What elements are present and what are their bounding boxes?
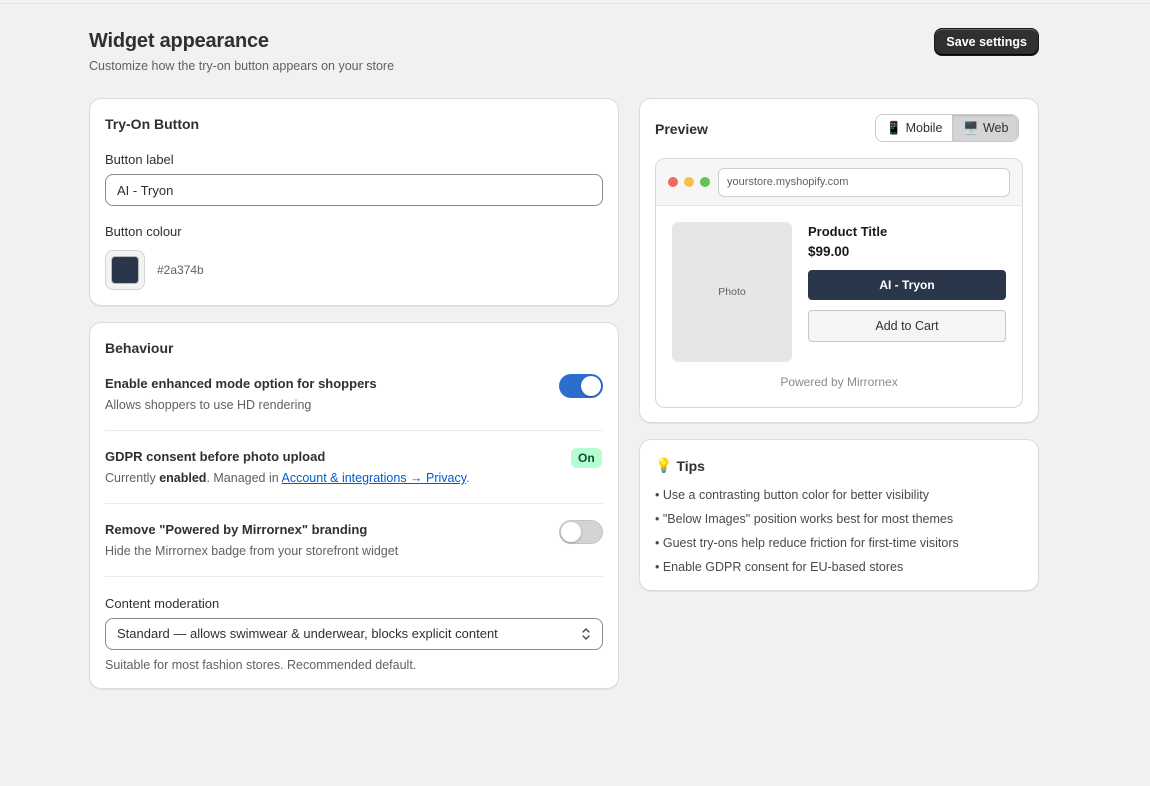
gdpr-consent-desc: Currently enabled. Managed in Account & … xyxy=(105,471,470,485)
button-label-input[interactable] xyxy=(105,174,603,206)
preview-mode-toggle: 📱 Mobile 🖥️ Web xyxy=(875,114,1020,142)
tip-item: • "Below Images" position works best for… xyxy=(655,512,954,526)
branding-title: Remove "Powered by Mirrornex" branding xyxy=(105,522,368,537)
content-moderation-label: Content moderation xyxy=(105,596,220,611)
content-moderation-help: Suitable for most fashion stores. Recomm… xyxy=(105,658,417,672)
divider xyxy=(105,430,603,431)
content-moderation-selected: Standard — allows swimwear & underwear, … xyxy=(117,626,498,641)
colour-swatch-picker[interactable] xyxy=(105,250,145,290)
product-price: $99.00 xyxy=(808,244,850,259)
browser-mockup: yourstore.myshopify.com Photo Product Ti… xyxy=(655,158,1023,408)
mobile-mode-button[interactable]: 📱 Mobile xyxy=(876,115,953,141)
gdpr-consent-title: GDPR consent before photo upload xyxy=(105,449,326,464)
page-subtitle: Customize how the try-on button appears … xyxy=(89,59,395,73)
tryon-card-title: Try-On Button xyxy=(105,116,200,132)
gdpr-desc-state: enabled xyxy=(159,471,207,485)
photo-label: Photo xyxy=(718,286,746,298)
tip-item: • Use a contrasting button color for bet… xyxy=(655,488,929,502)
behaviour-card-title: Behaviour xyxy=(105,340,174,356)
product-photo-placeholder: Photo xyxy=(672,222,792,362)
powered-by-badge: Powered by Mirrornex xyxy=(780,375,898,389)
save-settings-button[interactable]: Save settings xyxy=(934,28,1039,56)
desktop-icon: 🖥️ xyxy=(963,121,979,135)
phone-icon: 📱 xyxy=(886,121,902,135)
colour-hex-value: #2a374b xyxy=(157,263,204,277)
privacy-settings-link[interactable]: Account & integrations → Privacy xyxy=(282,471,467,485)
select-chevron-icon xyxy=(582,628,590,640)
page-title: Widget appearance xyxy=(89,30,269,52)
preview-card: Preview 📱 Mobile 🖥️ Web yourstore.myshop… xyxy=(639,98,1039,423)
tip-item: • Enable GDPR consent for EU-based store… xyxy=(655,560,904,574)
browser-toolbar: yourstore.myshopify.com xyxy=(656,159,1022,206)
window-maximize-dot xyxy=(700,177,710,187)
gdpr-desc-suffix: . xyxy=(466,471,470,485)
remove-branding-toggle[interactable] xyxy=(559,520,603,544)
preview-add-to-cart-button[interactable]: Add to Cart xyxy=(808,310,1006,342)
enhanced-mode-title: Enable enhanced mode option for shoppers xyxy=(105,376,377,391)
web-mode-button[interactable]: 🖥️ Web xyxy=(952,115,1019,141)
colour-swatch-fill xyxy=(111,256,139,284)
tips-card: 💡 Tips • Use a contrasting button color … xyxy=(639,439,1039,591)
web-mode-label: Web xyxy=(982,121,1009,135)
gdpr-desc-mid: . Managed in xyxy=(206,471,282,485)
preview-card-title: Preview xyxy=(655,121,708,137)
tips-title: 💡 Tips xyxy=(655,457,705,474)
button-colour-field-label: Button colour xyxy=(105,224,182,239)
toggle-knob xyxy=(581,376,601,396)
tips-title-text: Tips xyxy=(676,457,705,474)
gdpr-desc-prefix: Currently xyxy=(105,471,160,485)
gdpr-status-badge: On xyxy=(571,448,602,468)
mobile-mode-label: Mobile xyxy=(905,121,943,135)
toggle-knob xyxy=(561,522,581,542)
product-title: Product Title xyxy=(808,224,888,239)
divider xyxy=(105,576,603,577)
browser-url-bar: yourstore.myshopify.com xyxy=(718,168,1010,197)
page-header: Widget appearance Customize how the try-… xyxy=(89,28,1039,80)
button-label-field-label: Button label xyxy=(105,152,174,167)
enhanced-mode-toggle[interactable] xyxy=(559,374,603,398)
tip-item: • Guest try-ons help reduce friction for… xyxy=(655,536,959,550)
tryon-button-card: Try-On Button Button label Button colour… xyxy=(89,98,619,306)
enhanced-mode-desc: Allows shoppers to use HD rendering xyxy=(105,398,312,412)
branding-desc: Hide the Mirrornex badge from your store… xyxy=(105,544,399,558)
lightbulb-icon: 💡 xyxy=(655,457,673,473)
top-divider xyxy=(0,3,1150,4)
window-minimize-dot xyxy=(684,177,694,187)
behaviour-card: Behaviour Enable enhanced mode option fo… xyxy=(89,322,619,689)
preview-tryon-button[interactable]: AI - Tryon xyxy=(808,270,1006,300)
content-moderation-select[interactable]: Standard — allows swimwear & underwear, … xyxy=(105,618,603,650)
window-close-dot xyxy=(668,177,678,187)
divider xyxy=(105,503,603,504)
